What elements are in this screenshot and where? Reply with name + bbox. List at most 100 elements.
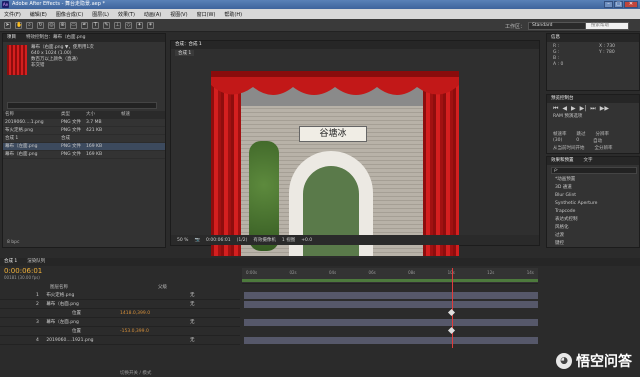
tab-project[interactable]: 项目 [7, 34, 16, 42]
position-value[interactable]: 1418.0,399.0 [120, 309, 150, 318]
col-layer-name[interactable]: 图层名称 [50, 284, 68, 290]
snapshot-icon[interactable]: 📷 [194, 238, 200, 243]
pen-tool-icon[interactable]: ✒ [81, 21, 88, 29]
col-type[interactable]: 类型 [61, 111, 86, 119]
menu-layer[interactable]: 图层(L) [92, 11, 109, 18]
list-item[interactable]: 3D 通道 [549, 184, 639, 192]
list-item[interactable]: 2019060....1.png PNG 文件 3.7 MB [3, 119, 165, 127]
tab-text[interactable]: 文字 [584, 157, 593, 165]
menu-window[interactable]: 窗口(W) [197, 11, 216, 18]
comp-canvas[interactable]: 谷塘冰 [211, 71, 459, 256]
layer-duration-bar[interactable] [244, 319, 538, 326]
pan-behind-tool-icon[interactable]: ⊕ [59, 21, 66, 29]
menu-file[interactable]: 文件(F) [4, 11, 21, 18]
clone-stamp-tool-icon[interactable]: ⊥ [114, 21, 121, 29]
camera-tool-icon[interactable]: ◎ [48, 21, 55, 29]
tab-effect-controls[interactable]: 特效控制台：幕布（右面.png [26, 34, 86, 42]
list-item[interactable]: Synthetic Aperture [549, 200, 639, 208]
maximize-button[interactable]: □ [614, 1, 623, 8]
full-screen-checkbox[interactable]: 全分辨率 [595, 145, 613, 151]
frame-rate-select[interactable]: (30) [553, 138, 562, 144]
menu-effect[interactable]: 效果(T) [118, 11, 135, 18]
parent-select[interactable]: 无 [190, 300, 195, 309]
next-frame-icon[interactable]: ▶| [580, 105, 587, 113]
keyframe-icon[interactable] [447, 326, 456, 335]
camera-select[interactable]: 有效摄像机 [253, 237, 276, 243]
layer-row[interactable]: 2 幕布（右面.png 无 [0, 300, 240, 309]
layer-row[interactable]: 1 布火定格.png 无 [0, 291, 240, 300]
resolution-select[interactable]: (1/2) [237, 238, 248, 243]
list-item[interactable]: *动画预置 [549, 176, 639, 184]
first-frame-icon[interactable]: ⏮ [553, 105, 558, 113]
list-item[interactable]: 幕布（左面.png PNG 文件 169 KB [3, 143, 165, 151]
brush-tool-icon[interactable]: ✎ [103, 21, 110, 29]
prev-frame-icon[interactable]: ◀ [562, 105, 567, 113]
views-select[interactable]: 1 视图 [282, 237, 295, 243]
tab-render-queue[interactable]: 渲染队列 [27, 258, 45, 266]
from-current-time-checkbox[interactable]: 从当前时间开始 [553, 145, 585, 151]
hand-tool-icon[interactable]: ✋ [15, 21, 22, 29]
position-value[interactable]: -153.0,399.0 [120, 327, 149, 336]
puppet-tool-icon[interactable]: ✶ [147, 21, 154, 29]
resolution-select[interactable]: 自动 [593, 138, 602, 144]
roto-brush-tool-icon[interactable]: ✦ [136, 21, 143, 29]
list-item[interactable]: 风格化 [549, 224, 639, 232]
eraser-tool-icon[interactable]: ◇ [125, 21, 132, 29]
tab-info[interactable]: 信息 [551, 34, 560, 42]
property-row[interactable]: 位置 1418.0,399.0 [0, 309, 240, 318]
text-tool-icon[interactable]: T [92, 21, 99, 29]
menu-view[interactable]: 视图(V) [170, 11, 187, 18]
exposure-value[interactable]: +0.0 [301, 238, 312, 243]
rotate-tool-icon[interactable]: ↻ [37, 21, 44, 29]
col-fps[interactable]: 帧速 [121, 111, 139, 119]
minimize-button[interactable]: – [604, 1, 613, 8]
layer-duration-bar[interactable] [244, 301, 538, 308]
tab-composition[interactable]: 合成：合成 1 [175, 41, 202, 49]
effects-search-input[interactable]: ρ· [551, 167, 637, 174]
zoom-tool-icon[interactable]: ⌕ [26, 21, 33, 29]
current-time-display[interactable]: 0:00:06:01 [206, 238, 231, 243]
list-item[interactable]: 合成 1 合成 [3, 135, 165, 143]
parent-select[interactable]: 无 [190, 336, 195, 345]
selection-tool-icon[interactable]: ➤ [4, 21, 11, 29]
menu-edit[interactable]: 编辑(E) [30, 11, 47, 18]
timeline-timecode[interactable]: 0:00:06:01 [4, 267, 42, 275]
col-name[interactable]: 名称 [3, 111, 49, 119]
close-button[interactable]: ✕ [624, 1, 638, 8]
toggle-switches-modes[interactable]: 切换开关 / 模式 [120, 370, 151, 376]
layer-duration-bar[interactable] [244, 292, 538, 299]
list-item[interactable]: Trapcode [549, 208, 639, 216]
col-parent[interactable]: 父级 [158, 284, 167, 290]
ram-preview-icon[interactable]: ▶▶ [600, 105, 609, 113]
play-icon[interactable]: ▶ [571, 105, 576, 113]
layer-row[interactable]: 3 幕布（左面.png 无 [0, 318, 240, 327]
tab-preview[interactable]: 预览控制台 [551, 95, 574, 103]
list-item[interactable]: 布火定格.png PNG 文件 421 KB [3, 127, 165, 135]
list-item[interactable]: 键控 [549, 240, 639, 248]
list-item[interactable]: 过渡 [549, 232, 639, 240]
menu-animation[interactable]: 动画(A) [144, 11, 161, 18]
list-item[interactable]: 幕布（右面.png PNG 文件 169 KB [3, 151, 165, 159]
current-time-indicator[interactable] [452, 268, 453, 348]
work-area-bar[interactable] [242, 279, 538, 282]
menu-help[interactable]: 帮助(H) [224, 11, 242, 18]
col-size[interactable]: 大小 [86, 111, 121, 119]
bpc-label[interactable]: 8 bpc [7, 240, 19, 245]
property-row[interactable]: 位置 -153.0,399.0 [0, 327, 240, 336]
layer-duration-bar[interactable] [244, 337, 538, 344]
time-ruler[interactable]: 0:00s02s04s06s08s10s12s14s [242, 268, 538, 284]
tab-effects-presets[interactable]: 效果和预置 [551, 157, 574, 165]
last-frame-icon[interactable]: ⏭ [590, 105, 595, 113]
parent-select[interactable]: 无 [190, 291, 195, 300]
col-label[interactable] [49, 111, 61, 119]
tab-comp-1[interactable]: 合成 1 [4, 258, 17, 266]
menu-composition[interactable]: 图像合成(C) [56, 11, 83, 18]
help-search-input[interactable]: 搜索帮助 [584, 22, 629, 30]
keyframe-icon[interactable] [447, 308, 456, 317]
skip-select[interactable]: 0 [576, 138, 579, 144]
layer-row[interactable]: 4 2019060....1921.png 无 [0, 336, 240, 345]
comp-sub-tab[interactable]: 合成 1 [175, 50, 195, 56]
parent-select[interactable]: 无 [190, 318, 195, 327]
list-item[interactable]: Blur Glint [549, 192, 639, 200]
ram-preview-options[interactable]: RAM 预演选项 [547, 113, 639, 121]
